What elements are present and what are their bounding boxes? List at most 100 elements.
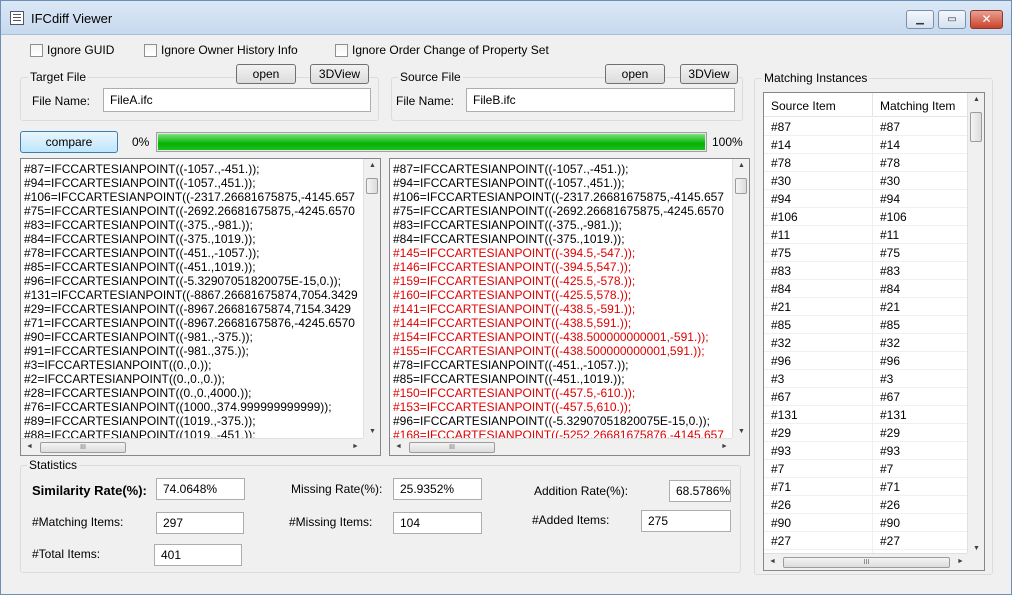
scroll-down-icon[interactable]: ▼ <box>733 428 749 435</box>
scroll-left-icon[interactable]: ◄ <box>390 443 407 450</box>
column-separator[interactable] <box>872 93 873 117</box>
target-open-button[interactable]: open <box>236 64 296 84</box>
table-row[interactable]: #14 #14 <box>764 136 969 154</box>
table-row[interactable]: #93 #93 <box>764 442 969 460</box>
total-items-value: 401 <box>154 544 242 566</box>
similarity-rate-value: 74.0648% <box>156 478 245 500</box>
table-row[interactable]: #7 #7 <box>764 460 969 478</box>
code-line: #85=IFCCARTESIANPOINT((-451.,1019.)); <box>24 260 256 274</box>
source-file-name-field[interactable]: FileB.ifc <box>466 88 735 112</box>
scroll-thumb[interactable]: III <box>409 442 495 453</box>
scroll-left-icon[interactable]: ◄ <box>21 443 38 450</box>
target-file-name-field[interactable]: FileA.ifc <box>103 88 371 112</box>
column-header-source-item[interactable]: Source Item <box>771 99 836 113</box>
source-item-cell: #3 <box>771 372 785 386</box>
scroll-up-icon[interactable]: ▲ <box>733 162 749 169</box>
source-3dview-button[interactable]: 3DView <box>680 64 738 84</box>
title-bar[interactable]: IFCdiff Viewer ▁ ▭ ✕ <box>1 1 1011 35</box>
code-line: #89=IFCCARTESIANPOINT((1019.,-375.)); <box>24 414 256 428</box>
table-row[interactable]: #27 #27 <box>764 532 969 550</box>
target-vertical-scrollbar[interactable]: ▲ ▼ <box>363 159 380 438</box>
source-item-cell: #14 <box>771 138 792 152</box>
code-line: #106=IFCCARTESIANPOINT((-2317.2668167587… <box>393 190 724 204</box>
matching-instances-table[interactable]: Source Item Matching Item #87 #87 #14 #14 #7… <box>763 92 985 571</box>
table-row[interactable]: #84 #84 <box>764 280 969 298</box>
addition-rate-label: Addition Rate(%): <box>534 484 629 498</box>
progress-min-label: 0% <box>132 135 150 149</box>
source-item-cell: #90 <box>771 516 792 530</box>
table-row[interactable]: #106 #106 <box>764 208 969 226</box>
table-row[interactable]: #78 #78 <box>764 154 969 172</box>
matching-item-cell: #14 <box>880 138 901 152</box>
source-file-name-label: File Name: <box>396 94 455 108</box>
addition-rate-value: 68.5786% <box>669 480 731 502</box>
table-row[interactable]: #3 #3 <box>764 370 969 388</box>
table-vertical-scrollbar[interactable]: ▲ ▼ <box>967 93 984 555</box>
maximize-button[interactable]: ▭ <box>938 10 966 29</box>
ignore-order-change-checkbox[interactable]: Ignore Order Change of Property Set <box>335 42 549 58</box>
scroll-thumb[interactable] <box>970 112 982 142</box>
code-line: #87=IFCCARTESIANPOINT((-1057.,-451.)); <box>393 162 629 176</box>
target-3dview-button[interactable]: 3DView <box>310 64 369 84</box>
table-row[interactable]: #11 #11 <box>764 226 969 244</box>
table-row[interactable]: #67 #67 <box>764 388 969 406</box>
source-vertical-scrollbar[interactable]: ▲ ▼ <box>732 159 749 438</box>
table-row[interactable]: #32 #32 <box>764 334 969 352</box>
code-line: #84=IFCCARTESIANPOINT((-375.,1019.)); <box>393 232 625 246</box>
scroll-down-icon[interactable]: ▼ <box>968 545 984 552</box>
checkbox-box[interactable] <box>335 43 348 57</box>
close-button[interactable]: ✕ <box>970 10 1003 29</box>
table-row[interactable]: #90 #90 <box>764 514 969 532</box>
code-line: #85=IFCCARTESIANPOINT((-451.,1019.)); <box>393 372 625 386</box>
scroll-thumb[interactable] <box>366 178 378 194</box>
table-row[interactable]: #71 #71 <box>764 478 969 496</box>
source-horizontal-scrollbar[interactable]: ◄ III ► <box>390 438 733 455</box>
checkbox-box[interactable] <box>30 43 43 57</box>
source-content-pane[interactable]: #87=IFCCARTESIANPOINT((-1057.,-451.)); #9… <box>389 158 750 456</box>
column-header-matching-item[interactable]: Matching Item <box>880 99 955 113</box>
code-line: #3=IFCCARTESIANPOINT((0.,0.)); <box>24 358 212 372</box>
minimize-button[interactable]: ▁ <box>906 10 934 29</box>
source-item-cell: #32 <box>771 336 792 350</box>
matching-item-cell: #78 <box>880 156 901 170</box>
target-horizontal-scrollbar[interactable]: ◄ III ► <box>21 438 364 455</box>
code-line: #87=IFCCARTESIANPOINT((-1057.,-451.)); <box>24 162 260 176</box>
missing-rate-label: Missing Rate(%): <box>291 482 383 496</box>
table-row[interactable]: #94 #94 <box>764 190 969 208</box>
matching-item-cell: #7 <box>880 462 894 476</box>
table-row[interactable]: #21 #21 <box>764 298 969 316</box>
total-items-label: #Total Items: <box>32 547 101 561</box>
scroll-up-icon[interactable]: ▲ <box>968 96 984 103</box>
scroll-up-icon[interactable]: ▲ <box>364 162 380 169</box>
checkbox-box[interactable] <box>144 43 157 57</box>
table-row[interactable]: #29 #29 <box>764 424 969 442</box>
table-row[interactable]: #83 #83 <box>764 262 969 280</box>
source-item-cell: #11 <box>771 228 791 242</box>
matching-item-cell: #94 <box>880 192 901 206</box>
scroll-thumb[interactable] <box>735 178 747 194</box>
source-item-cell: #67 <box>771 390 792 404</box>
table-row[interactable]: #26 #26 <box>764 496 969 514</box>
table-row[interactable]: #131 #131 <box>764 406 969 424</box>
table-row[interactable]: #96 #96 <box>764 352 969 370</box>
scroll-thumb[interactable]: III <box>783 557 950 568</box>
table-row[interactable]: #75 #75 <box>764 244 969 262</box>
scroll-right-icon[interactable]: ► <box>347 443 364 450</box>
scroll-down-icon[interactable]: ▼ <box>364 428 380 435</box>
target-content-pane[interactable]: #87=IFCCARTESIANPOINT((-1057.,-451.)); #9… <box>20 158 381 456</box>
table-horizontal-scrollbar[interactable]: ◄ III ► <box>764 553 969 570</box>
table-row[interactable]: #85 #85 <box>764 316 969 334</box>
source-open-button[interactable]: open <box>605 64 665 84</box>
scroll-right-icon[interactable]: ► <box>716 443 733 450</box>
diff-code-line: #145=IFCCARTESIANPOINT((-394.5,-547.)); <box>393 246 636 260</box>
ignore-owner-history-checkbox[interactable]: Ignore Owner History Info <box>144 42 298 58</box>
compare-progress-bar <box>156 132 707 152</box>
table-row[interactable]: #87 #87 <box>764 118 969 136</box>
compare-button[interactable]: compare <box>20 131 118 153</box>
table-row[interactable]: #30 #30 <box>764 172 969 190</box>
matching-item-cell: #71 <box>880 480 901 494</box>
scroll-left-icon[interactable]: ◄ <box>764 558 781 565</box>
ignore-guid-checkbox[interactable]: Ignore GUID <box>30 42 114 58</box>
matching-item-cell: #93 <box>880 444 901 458</box>
scroll-thumb[interactable]: III <box>40 442 126 453</box>
